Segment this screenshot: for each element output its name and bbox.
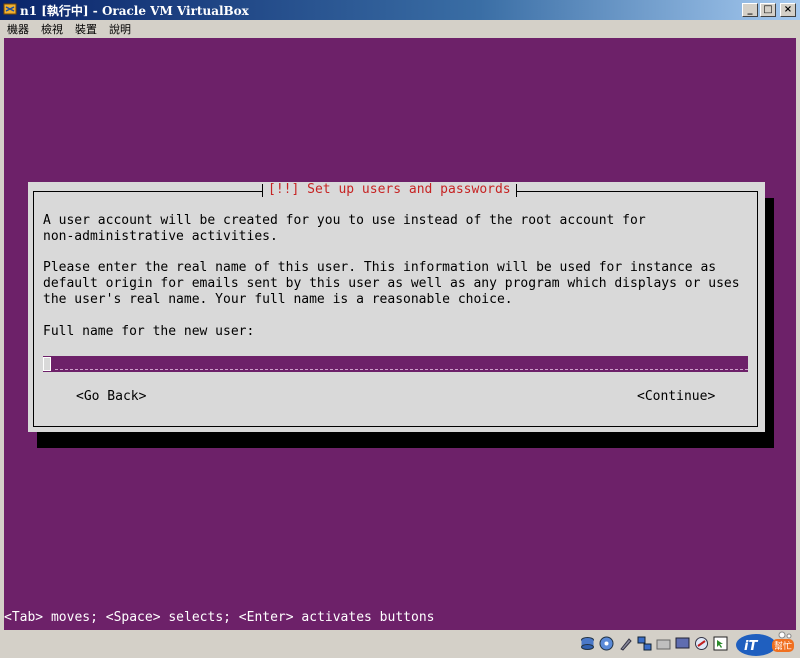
dialog-title: [!!] Set up users and passwords xyxy=(262,182,517,198)
menu-view[interactable]: 檢視 xyxy=(34,21,68,37)
menu-bar: 機器 檢視 裝置 說明 xyxy=(0,20,800,38)
window-titlebar[interactable]: n1 [執行中] - Oracle VM VirtualBox _ □ × xyxy=(0,0,800,20)
svg-text:iT: iT xyxy=(744,639,758,654)
dialog-paragraph-2: Please enter the real name of this user.… xyxy=(43,260,740,307)
display-icon[interactable] xyxy=(675,636,690,651)
capture-icon[interactable] xyxy=(694,636,709,651)
keyboard-hint: <Tab> moves; <Space> selects; <Enter> ac… xyxy=(4,610,435,625)
usb-icon[interactable] xyxy=(618,636,633,651)
input-underline xyxy=(55,369,748,370)
full-name-label: Full name for the new user: xyxy=(43,324,255,339)
go-back-button[interactable]: <Go Back> xyxy=(76,389,146,405)
minimize-button[interactable]: _ xyxy=(742,3,758,17)
menu-devices[interactable]: 裝置 xyxy=(68,21,102,37)
virtualbox-icon xyxy=(3,3,17,15)
vm-console-screen[interactable]: [!!] Set up users and passwords A user a… xyxy=(4,38,796,630)
svg-text:幫忙: 幫忙 xyxy=(774,640,792,652)
network-icon[interactable] xyxy=(637,636,652,651)
disk-icon[interactable] xyxy=(580,636,595,651)
folder-icon[interactable] xyxy=(656,636,671,651)
ithome-watermark-logo: iT 幫忙 xyxy=(736,631,794,656)
close-button[interactable]: × xyxy=(780,3,796,17)
status-bar: iT 幫忙 xyxy=(0,630,800,658)
menu-machine[interactable]: 機器 xyxy=(0,21,34,37)
dialog-paragraph-1: A user account will be created for you t… xyxy=(43,213,646,244)
setup-users-dialog: [!!] Set up users and passwords A user a… xyxy=(28,182,765,432)
text-cursor xyxy=(43,357,51,371)
maximize-button[interactable]: □ xyxy=(760,3,776,17)
menu-help[interactable]: 說明 xyxy=(102,21,136,37)
mouse-icon[interactable] xyxy=(713,636,728,651)
cd-icon[interactable] xyxy=(599,636,614,651)
window-title: n1 [執行中] - Oracle VM VirtualBox xyxy=(20,4,249,18)
continue-button[interactable]: <Continue> xyxy=(637,389,715,405)
full-name-input[interactable] xyxy=(43,356,748,372)
